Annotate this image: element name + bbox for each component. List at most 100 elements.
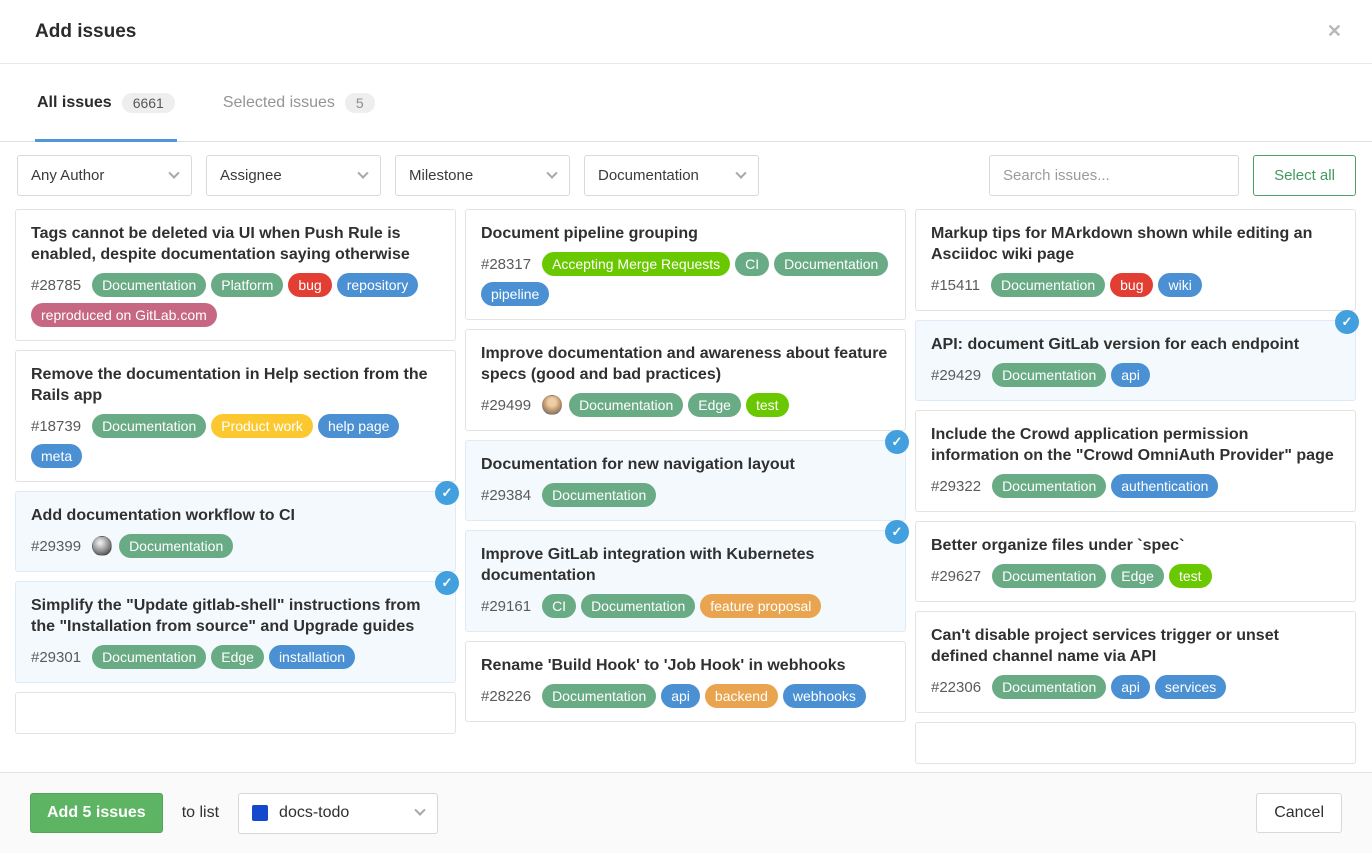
issue-label[interactable]: Documentation: [991, 273, 1105, 297]
selected-check-icon: ✓: [1335, 310, 1359, 334]
issue-label[interactable]: Edge: [211, 645, 264, 669]
issue-label[interactable]: Documentation: [992, 564, 1106, 588]
issue-label[interactable]: authentication: [1111, 474, 1218, 498]
tab-label: Selected issues: [223, 94, 335, 112]
issue-card[interactable]: ✓Add documentation workflow to CI#29399D…: [15, 491, 456, 572]
issue-label[interactable]: help page: [318, 414, 400, 438]
issue-label[interactable]: api: [661, 684, 700, 708]
chevron-down-icon: [735, 167, 746, 178]
issue-card-partial[interactable]: [15, 692, 456, 734]
issue-label[interactable]: Documentation: [569, 393, 683, 417]
issue-card[interactable]: Include the Crowd application permission…: [915, 410, 1356, 512]
issue-label[interactable]: CI: [542, 594, 576, 618]
tab-count-badge: 6661: [122, 93, 175, 113]
select-all-button[interactable]: Select all: [1253, 155, 1356, 196]
assignee-filter-dropdown[interactable]: Assignee: [206, 155, 381, 196]
milestone-filter-dropdown[interactable]: Milestone: [395, 155, 570, 196]
issue-meta: #22306Documentationapiservices: [931, 675, 1340, 699]
issue-meta: #29627DocumentationEdgetest: [931, 564, 1340, 588]
issue-card[interactable]: Better organize files under `spec`#29627…: [915, 521, 1356, 602]
issue-title: Remove the documentation in Help section…: [31, 364, 440, 406]
issue-title: Documentation for new navigation layout: [481, 454, 890, 475]
issue-label[interactable]: Platform: [211, 273, 283, 297]
issue-label[interactable]: repository: [337, 273, 418, 297]
issue-title: API: document GitLab version for each en…: [931, 334, 1340, 355]
issue-label[interactable]: wiki: [1158, 273, 1201, 297]
issue-label[interactable]: installation: [269, 645, 355, 669]
issue-label[interactable]: CI: [735, 252, 769, 276]
issue-card[interactable]: ✓API: document GitLab version for each e…: [915, 320, 1356, 401]
modal-title: Add issues: [35, 21, 136, 43]
close-icon[interactable]: ✕: [1319, 17, 1350, 46]
issue-label[interactable]: Documentation: [119, 534, 233, 558]
issue-label[interactable]: Documentation: [542, 684, 656, 708]
issue-title: Rename 'Build Hook' to 'Job Hook' in web…: [481, 655, 890, 676]
to-list-label: to list: [182, 804, 219, 822]
issue-label[interactable]: Documentation: [542, 483, 656, 507]
issue-card[interactable]: ✓Documentation for new navigation layout…: [465, 440, 906, 521]
issue-label[interactable]: services: [1155, 675, 1226, 699]
issue-card[interactable]: Improve documentation and awareness abou…: [465, 329, 906, 431]
issue-label[interactable]: Documentation: [581, 594, 695, 618]
board-column: Markup tips for MArkdown shown while edi…: [915, 209, 1356, 771]
issue-label[interactable]: Documentation: [92, 414, 206, 438]
issue-label[interactable]: api: [1111, 363, 1150, 387]
issue-label[interactable]: Accepting Merge Requests: [542, 252, 730, 276]
issue-number: #18739: [31, 418, 81, 435]
issue-card[interactable]: Tags cannot be deleted via UI when Push …: [15, 209, 456, 341]
issue-card[interactable]: Remove the documentation in Help section…: [15, 350, 456, 482]
issue-title: Improve GitLab integration with Kubernet…: [481, 544, 890, 586]
selected-check-icon: ✓: [885, 430, 909, 454]
chevron-down-icon: [168, 167, 179, 178]
issue-label[interactable]: test: [1169, 564, 1212, 588]
issue-label[interactable]: Documentation: [992, 474, 1106, 498]
issue-card[interactable]: Markup tips for MArkdown shown while edi…: [915, 209, 1356, 311]
board-column: Document pipeline grouping#28317Acceptin…: [465, 209, 906, 771]
label-filter-dropdown[interactable]: Documentation: [584, 155, 759, 196]
issue-label[interactable]: api: [1111, 675, 1150, 699]
list-select-dropdown[interactable]: docs-todo: [238, 793, 438, 834]
issue-label[interactable]: feature proposal: [700, 594, 821, 618]
dropdown-value: Documentation: [598, 167, 699, 184]
issue-label[interactable]: Documentation: [92, 645, 206, 669]
issue-label[interactable]: Documentation: [774, 252, 888, 276]
issue-label[interactable]: Documentation: [992, 363, 1106, 387]
issue-label[interactable]: Documentation: [92, 273, 206, 297]
issue-meta: #29429Documentationapi: [931, 363, 1340, 387]
issue-title: Improve documentation and awareness abou…: [481, 343, 890, 385]
issue-card[interactable]: ✓Simplify the "Update gitlab-shell" inst…: [15, 581, 456, 683]
selected-check-icon: ✓: [435, 571, 459, 595]
issue-meta: #29301DocumentationEdgeinstallation: [31, 645, 440, 669]
author-filter-dropdown[interactable]: Any Author: [17, 155, 192, 196]
add-issues-button[interactable]: Add 5 issues: [30, 793, 163, 833]
issue-label[interactable]: backend: [705, 684, 778, 708]
issue-meta: #29322Documentationauthentication: [931, 474, 1340, 498]
dropdown-value: Any Author: [31, 167, 104, 184]
issue-card-partial[interactable]: [915, 722, 1356, 764]
tab-selected-issues[interactable]: Selected issues 5: [221, 64, 377, 141]
issue-label[interactable]: Edge: [1111, 564, 1164, 588]
issue-card[interactable]: Rename 'Build Hook' to 'Job Hook' in web…: [465, 641, 906, 722]
issue-label[interactable]: pipeline: [481, 282, 549, 306]
issue-label[interactable]: bug: [1110, 273, 1153, 297]
issue-label[interactable]: webhooks: [783, 684, 866, 708]
chevron-down-icon: [546, 167, 557, 178]
issue-label[interactable]: meta: [31, 444, 82, 468]
issue-label[interactable]: Documentation: [992, 675, 1106, 699]
issue-label[interactable]: Product work: [211, 414, 313, 438]
issue-label[interactable]: reproduced on GitLab.com: [31, 303, 217, 327]
tab-all-issues[interactable]: All issues 6661: [35, 64, 177, 141]
issue-card[interactable]: ✓Improve GitLab integration with Kuberne…: [465, 530, 906, 632]
search-input[interactable]: [989, 155, 1239, 196]
issue-card[interactable]: Can't disable project services trigger o…: [915, 611, 1356, 713]
issue-meta: #28317Accepting Merge RequestsCIDocument…: [481, 252, 890, 306]
modal-footer: Add 5 issues to list docs-todo Cancel: [0, 772, 1372, 853]
selected-check-icon: ✓: [435, 481, 459, 505]
dropdown-value: Assignee: [220, 167, 282, 184]
issue-label[interactable]: bug: [288, 273, 331, 297]
issue-label[interactable]: test: [746, 393, 789, 417]
cancel-button[interactable]: Cancel: [1256, 793, 1342, 833]
issue-label[interactable]: Edge: [688, 393, 741, 417]
issue-title: Include the Crowd application permission…: [931, 424, 1340, 466]
issue-card[interactable]: Document pipeline grouping#28317Acceptin…: [465, 209, 906, 320]
